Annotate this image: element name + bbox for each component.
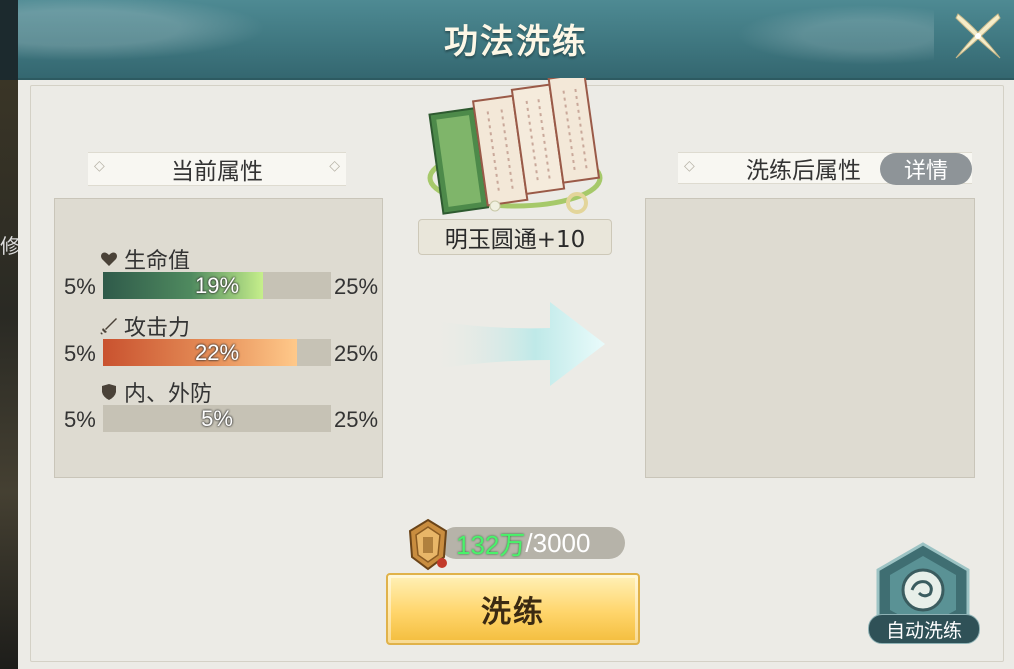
attr-def-bar: 5% bbox=[103, 405, 331, 432]
attr-def-label: 内、外防 bbox=[124, 382, 213, 407]
auto-refine-button[interactable]: 自动洗练 bbox=[868, 614, 980, 644]
background-side-text: 修 bbox=[0, 234, 20, 258]
cost-separator: / bbox=[525, 527, 533, 558]
close-icon bbox=[955, 13, 1001, 59]
after-attributes-title: 洗练后属性 bbox=[746, 158, 861, 184]
attr-atk-min: 5% bbox=[64, 341, 96, 366]
technique-name-plate: 明玉圆通+10 bbox=[418, 219, 612, 255]
attr-atk-max: 25% bbox=[334, 341, 379, 366]
attr-atk-bar: 22% bbox=[103, 339, 331, 366]
cost-have: 132万 bbox=[456, 529, 526, 560]
attr-hp-label: 生命值 bbox=[124, 249, 191, 274]
refine-button[interactable]: 洗练 bbox=[386, 573, 640, 645]
attr-def-value: 5% bbox=[201, 406, 233, 431]
auto-refine-label: 自动洗练 bbox=[885, 619, 962, 642]
cost-display: 132万 / 3000 bbox=[440, 527, 625, 560]
technique-name: 明玉圆通+10 bbox=[444, 227, 586, 253]
detail-button-label: 详情 bbox=[903, 159, 948, 184]
arrow-right-icon bbox=[430, 302, 605, 386]
current-attributes-title: 当前属性 bbox=[171, 159, 263, 185]
window-header: 功法洗练 bbox=[18, 0, 1014, 80]
token-coin-icon bbox=[408, 518, 448, 571]
attr-atk-label: 攻击力 bbox=[124, 316, 191, 341]
detail-button[interactable]: 详情 bbox=[880, 153, 972, 185]
after-attributes-box bbox=[645, 198, 975, 478]
refine-button-label: 洗练 bbox=[481, 595, 545, 630]
attr-hp-bar: 19% bbox=[103, 272, 331, 299]
technique-book-icon bbox=[427, 78, 603, 215]
cost-need: 3000 bbox=[532, 527, 591, 558]
attr-atk-value: 22% bbox=[194, 340, 240, 365]
attr-hp-max: 25% bbox=[334, 274, 379, 299]
attr-hp-min: 5% bbox=[64, 274, 96, 299]
sword-icon bbox=[100, 318, 117, 335]
shield-icon bbox=[102, 384, 116, 400]
attr-def-min: 5% bbox=[64, 407, 96, 432]
page-title: 功法洗练 bbox=[444, 22, 588, 62]
attr-def-max: 25% bbox=[334, 407, 379, 432]
attr-hp-name: 生命值 bbox=[100, 243, 190, 275]
attr-atk-name: 攻击力 bbox=[100, 310, 190, 342]
after-attributes-label: 洗练后属性 详情 bbox=[678, 152, 972, 185]
attr-hp-value: 19% bbox=[194, 273, 240, 298]
heart-icon bbox=[101, 252, 117, 266]
attr-def-name: 内、外防 bbox=[100, 376, 212, 408]
current-attributes-label: 当前属性 bbox=[88, 152, 346, 186]
close-button[interactable] bbox=[950, 8, 1006, 64]
